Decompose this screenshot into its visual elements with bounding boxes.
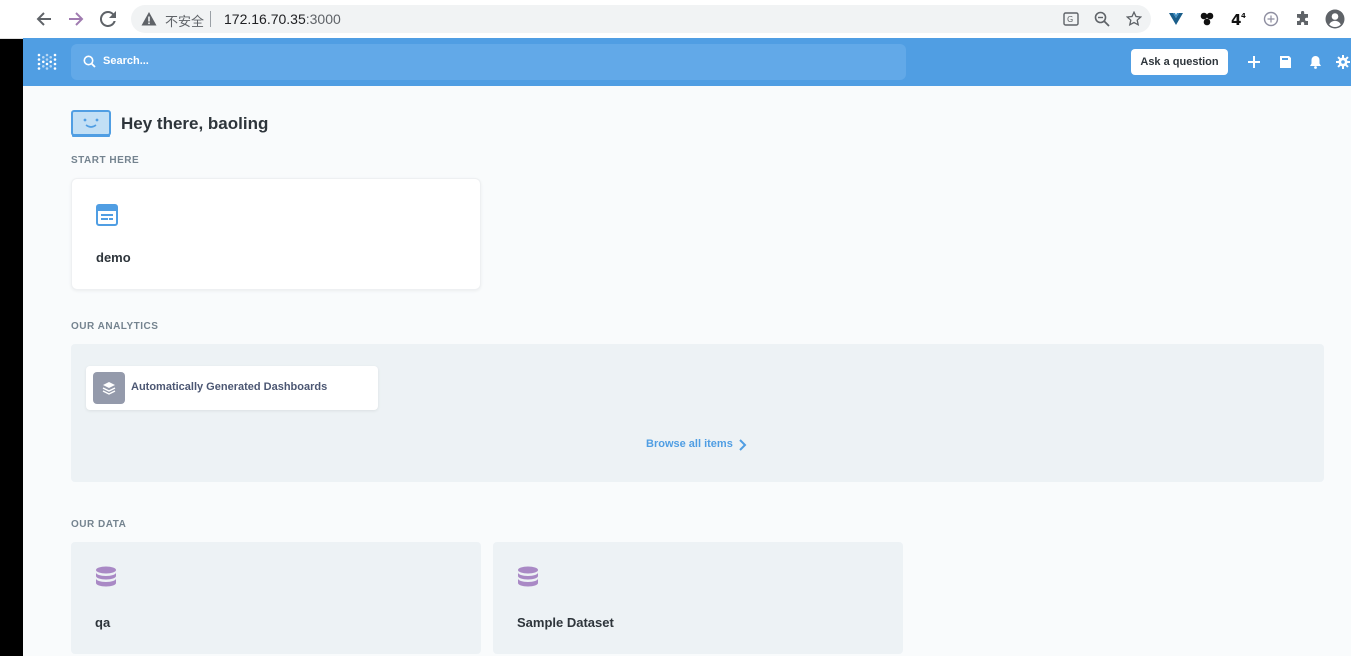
extension-sync-icon[interactable] — [1261, 9, 1281, 29]
search-placeholder: Search... — [103, 55, 149, 67]
zoom-icon[interactable] — [1093, 10, 1111, 28]
search-input[interactable]: Search... — [71, 44, 906, 80]
browse-data-icon[interactable] — [1275, 52, 1295, 72]
divider — [210, 11, 211, 27]
database-card-qa[interactable]: qa — [71, 542, 481, 654]
metabase-logo-icon[interactable] — [37, 53, 57, 76]
browse-all-items-link[interactable]: Browse all items — [646, 438, 733, 450]
svg-text:G: G — [1067, 15, 1073, 24]
collection-card-auto-dashboards[interactable]: Automatically Generated Dashboards — [86, 366, 378, 410]
database-title: Sample Dataset — [517, 615, 614, 630]
database-title: qa — [95, 615, 111, 630]
search-icon — [83, 55, 96, 73]
vue-devtools-icon[interactable] — [1166, 9, 1186, 29]
security-label: 不安全 — [165, 14, 205, 29]
translate-icon[interactable]: G — [1062, 10, 1080, 28]
our-data-label: OUR DATA — [71, 519, 127, 530]
svg-text:4: 4 — [1231, 11, 1241, 27]
extensions-puzzle-icon[interactable] — [1293, 9, 1313, 29]
our-analytics-label: OUR ANALYTICS — [71, 321, 159, 332]
settings-gear-icon[interactable] — [1333, 52, 1351, 72]
analytics-section: Automatically Generated Dashboards Brows… — [71, 344, 1324, 482]
address-bar[interactable]: 不安全 172.16.70.35:3000 G — [131, 5, 1151, 33]
notifications-bell-icon[interactable] — [1305, 52, 1325, 72]
back-icon[interactable] — [34, 9, 54, 29]
database-icon — [95, 566, 117, 593]
metabase-app: Search... Ask a question Hey there, baol… — [23, 38, 1351, 656]
top-navbar: Search... Ask a question — [23, 38, 1351, 86]
dashboard-icon — [96, 204, 118, 231]
bookmark-star-icon[interactable] — [1125, 10, 1143, 28]
add-icon[interactable] — [1244, 52, 1264, 72]
dashboard-card-demo[interactable]: demo — [71, 178, 481, 290]
database-icon — [517, 566, 539, 593]
profile-avatar-icon[interactable] — [1325, 9, 1345, 29]
reload-icon[interactable] — [98, 9, 118, 29]
chevron-right-icon[interactable] — [738, 438, 747, 456]
svg-text:4: 4 — [1241, 12, 1246, 20]
url-text: 172.16.70.35:3000 — [224, 11, 341, 27]
warning-icon — [141, 11, 157, 32]
extension-clover-icon[interactable] — [1197, 9, 1217, 29]
database-card-sample-dataset[interactable]: Sample Dataset — [493, 542, 903, 654]
greeting-mascot-icon — [71, 110, 111, 143]
browser-toolbar: 不安全 172.16.70.35:3000 G 44 — [0, 0, 1351, 39]
collection-title: Automatically Generated Dashboards — [131, 381, 328, 393]
ask-question-button[interactable]: Ask a question — [1131, 49, 1228, 75]
forward-icon[interactable] — [66, 9, 86, 29]
card-title: demo — [96, 250, 131, 265]
collection-layers-icon — [93, 372, 125, 404]
extension-four-icon[interactable]: 44 — [1229, 9, 1249, 29]
start-here-label: START HERE — [71, 155, 140, 166]
greeting-heading: Hey there, baoling — [121, 114, 269, 133]
